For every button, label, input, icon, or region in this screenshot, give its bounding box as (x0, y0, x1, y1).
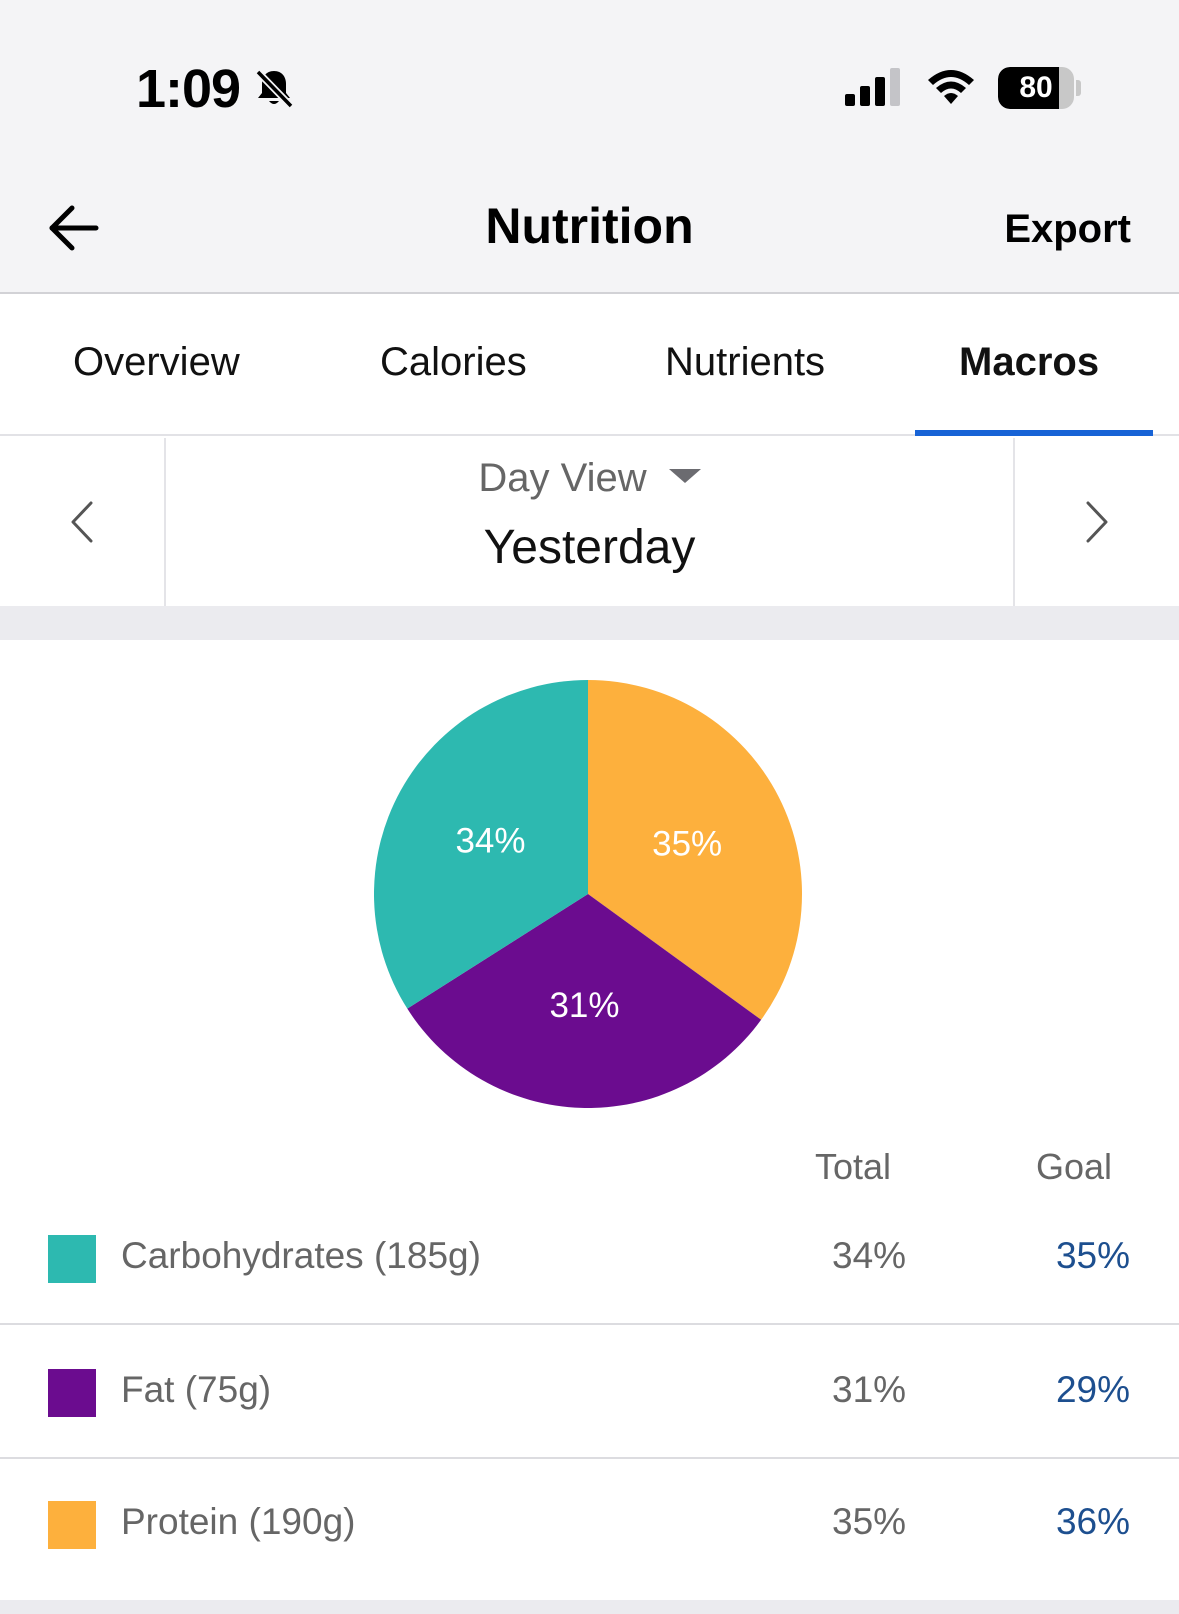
date-label: Yesterday (483, 521, 696, 574)
macro-total: 31% (832, 1369, 907, 1410)
macro-row-protein[interactable]: Protein (190g) 35% 36% (0, 1459, 1179, 1591)
active-tab-indicator (915, 430, 1153, 436)
status-bar: 1:09 80 (0, 0, 1179, 175)
bottom-divider (0, 1600, 1179, 1614)
macro-name: Fat (75g) (121, 1369, 272, 1410)
battery-icon: 80 (998, 67, 1081, 109)
chevron-right-icon (1086, 501, 1108, 543)
macro-total: 35% (832, 1501, 907, 1542)
pie-label-fat: 31% (549, 986, 619, 1025)
goal-column-header: Goal (1036, 1146, 1113, 1187)
total-column-header: Total (815, 1146, 892, 1187)
next-day-button[interactable] (1013, 438, 1179, 606)
view-mode-label: Day View (478, 456, 647, 500)
date-selector: Day View Yesterday (0, 438, 1179, 606)
battery-level: 80 (1019, 71, 1053, 104)
caret-down-icon (668, 469, 701, 484)
carbohydrates-color-swatch (48, 1235, 96, 1283)
previous-day-button[interactable] (0, 438, 166, 606)
tab-calories[interactable]: Calories (380, 340, 527, 385)
bell-slash-icon (255, 69, 294, 109)
wifi-icon (928, 70, 974, 104)
macro-goal: 35% (1055, 1235, 1130, 1276)
macros-pie-chart: 35% 31% 34% (374, 680, 802, 1108)
macro-goal: 36% (1055, 1501, 1130, 1542)
tab-macros[interactable]: Macros (959, 340, 1099, 385)
macro-row-fat[interactable]: Fat (75g) 31% 29% (0, 1327, 1179, 1459)
tab-nutrients[interactable]: Nutrients (665, 340, 825, 385)
chevron-left-icon (71, 501, 93, 543)
macro-name: Protein (190g) (121, 1501, 356, 1542)
view-mode-dropdown[interactable]: Day View (166, 456, 1013, 501)
pie-label-protein: 35% (652, 824, 722, 863)
protein-color-swatch (48, 1501, 96, 1549)
tab-bar: Overview Calories Nutrients Macros (0, 296, 1179, 436)
export-button[interactable]: Export (1004, 207, 1131, 252)
macro-total: 34% (832, 1235, 907, 1276)
macro-row-carbohydrates[interactable]: Carbohydrates (185g) 34% 35% (0, 1193, 1179, 1325)
pie-label-carbohydrates: 34% (455, 821, 525, 860)
macro-goal: 29% (1055, 1369, 1130, 1410)
battery-cap (1076, 80, 1081, 96)
battery-body: 80 (998, 67, 1074, 109)
cellular-signal-icon (845, 68, 900, 106)
nav-bar: Nutrition Export (0, 175, 1179, 294)
fat-color-swatch (48, 1369, 96, 1417)
page-title: Nutrition (485, 198, 694, 254)
macro-name: Carbohydrates (185g) (121, 1235, 481, 1276)
date-picker[interactable]: Day View Yesterday (166, 438, 1013, 606)
status-time: 1:09 (136, 59, 241, 119)
tab-overview[interactable]: Overview (73, 340, 240, 385)
section-divider (0, 606, 1179, 640)
